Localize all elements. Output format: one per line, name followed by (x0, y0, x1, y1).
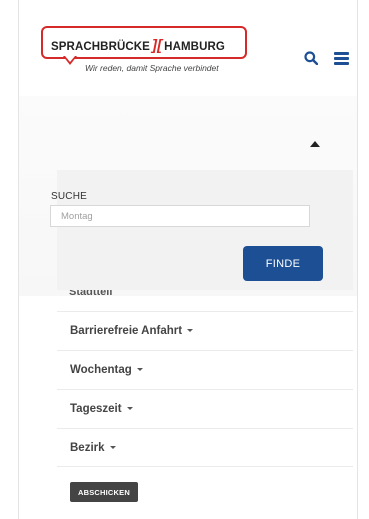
logo-box: SPRACHBRÜCKE][HAMBURG (41, 26, 247, 59)
menu-bar (334, 52, 349, 55)
logo-right-text: HAMBURG (164, 41, 225, 53)
filter-tageszeit[interactable]: Tageszeit (57, 389, 353, 428)
menu-bar (334, 62, 349, 65)
filter-label: Bezirk (70, 442, 105, 454)
logo-title: SPRACHBRÜCKE][HAMBURG (51, 37, 225, 54)
page-frame: SPRACHBRÜCKE][HAMBURG Wir reden, damit S… (18, 0, 358, 519)
search-label: SUCHE (51, 191, 88, 202)
filter-list: Barrierefreie Anfahrt Wochentag Tageszei… (57, 311, 353, 467)
site-logo[interactable]: SPRACHBRÜCKE][HAMBURG Wir reden, damit S… (41, 26, 247, 74)
filter-label: Wochentag (70, 364, 132, 376)
submit-button[interactable]: ABSCHICKEN (70, 482, 138, 502)
hamburger-menu-icon[interactable] (334, 52, 349, 65)
find-button[interactable]: FINDE (243, 246, 323, 281)
filter-label: Barrierefreie Anfahrt (70, 325, 183, 337)
filter-barrierefreie-anfahrt[interactable]: Barrierefreie Anfahrt (57, 311, 353, 350)
site-header: SPRACHBRÜCKE][HAMBURG Wir reden, damit S… (19, 0, 357, 96)
search-input[interactable] (50, 205, 310, 227)
caret-down-icon (136, 368, 143, 372)
logo-speech-tail-inner (65, 56, 75, 62)
caret-down-icon (187, 329, 194, 333)
filter-label: Tageszeit (70, 403, 122, 415)
filter-bezirk[interactable]: Bezirk (57, 428, 353, 467)
search-icon[interactable] (304, 51, 318, 65)
caret-up-icon[interactable] (310, 141, 320, 147)
caret-down-icon (109, 446, 116, 450)
filter-wochentag[interactable]: Wochentag (57, 350, 353, 389)
logo-slogan: Wir reden, damit Sprache verbindet (85, 63, 219, 73)
logo-mark: ][ (151, 37, 163, 54)
caret-down-icon (126, 407, 133, 411)
menu-bar (334, 57, 349, 60)
logo-left-text: SPRACHBRÜCKE (51, 41, 150, 53)
